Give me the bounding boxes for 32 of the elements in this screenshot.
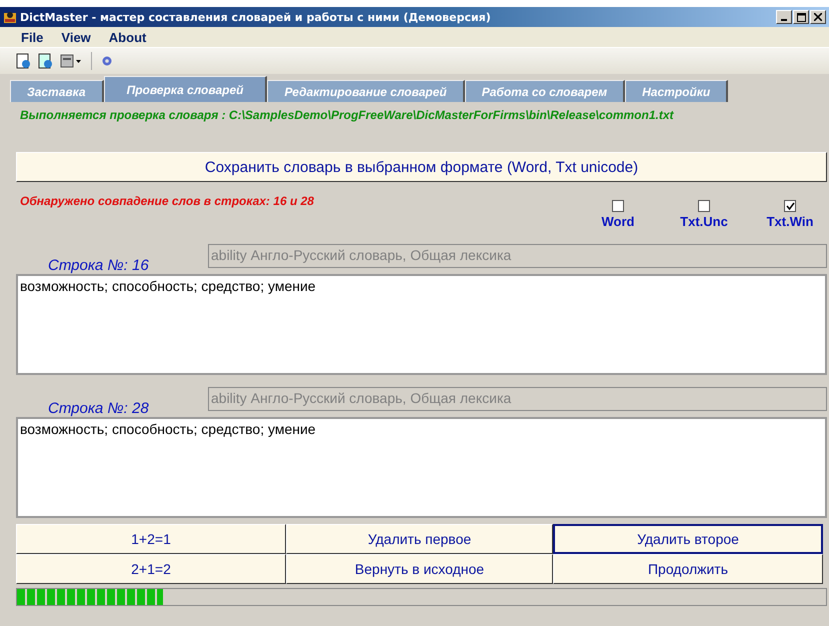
checkbox-label: Txt.Win: [766, 214, 814, 229]
status-message: Выполняется проверка словаря : C:\SamplesDemo\ProgFreeWare\DicMasterForFirms\bin\Release\common1.txt: [19, 107, 675, 124]
close-button[interactable]: [810, 10, 826, 24]
translation-text-area[interactable]: возможность; способность; средство; умение: [16, 274, 827, 375]
action-button[interactable]: Удалить первое: [286, 524, 553, 554]
checkbox-label: Word: [602, 214, 634, 229]
checkbox-label: Txt.Unc: [680, 214, 728, 229]
menu-item[interactable]: File: [14, 30, 50, 44]
action-button[interactable]: Удалить второе: [553, 524, 823, 554]
row-number-label: Строка №: 16: [47, 257, 150, 274]
maximize-icon: [796, 12, 806, 22]
close-icon: [814, 13, 822, 21]
new-document-icon[interactable]: [16, 53, 32, 69]
action-button[interactable]: Продолжить: [553, 554, 823, 584]
menu-item[interactable]: About: [102, 30, 154, 44]
action-button[interactable]: Вернуть в исходное: [286, 554, 553, 584]
minimize-button[interactable]: [776, 10, 792, 24]
printer-icon[interactable]: [60, 53, 82, 69]
action-button[interactable]: 1+2=1: [16, 524, 286, 554]
checkbox[interactable]: [784, 200, 796, 212]
row-number-label: Строка №: 28: [47, 400, 150, 417]
checkbox[interactable]: [612, 200, 624, 212]
checkbox[interactable]: [698, 200, 710, 212]
maximize-button[interactable]: [793, 10, 809, 24]
action-button[interactable]: 2+1=2: [16, 554, 286, 584]
match-message: Обнаружено совпадение слов в строках: 16 и 28: [19, 193, 314, 210]
app-icon: [3, 10, 17, 24]
window-title: DictMaster - мастер составления словарей и работы с ними (Демоверсия): [20, 10, 492, 24]
translation-text-area[interactable]: возможность; способность; средство; умение: [16, 417, 827, 518]
document-icon[interactable]: [38, 53, 54, 69]
save-button[interactable]: Сохранить словарь в выбранном формате (Word, Txt unicode): [16, 152, 827, 182]
menu-item[interactable]: View: [54, 30, 98, 44]
